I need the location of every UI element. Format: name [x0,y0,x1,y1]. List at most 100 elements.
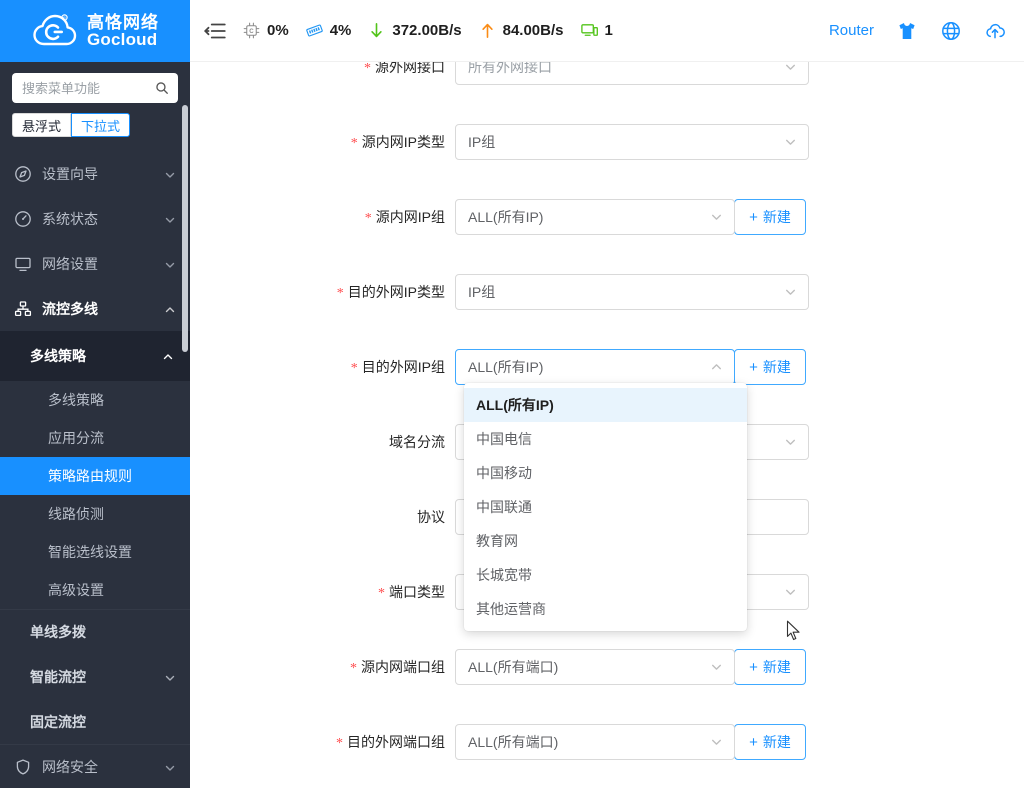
sidebar-scrollbar[interactable] [182,105,188,352]
add-dest-wan-port-group-button[interactable]: + 新建 [734,724,806,760]
sidebar-item-line-detection[interactable]: 线路侦测 [0,495,190,533]
sidebar-item-network-security[interactable]: 网络安全 [0,744,190,788]
form-control: 所有外网接口 [455,62,809,85]
search-icon[interactable] [155,81,169,95]
chevron-up-icon [162,350,174,362]
monitor-icon [14,255,32,273]
form-control: ALL(所有IP) + 新建 [455,349,806,385]
arrow-down-icon [367,21,386,40]
required-asterisk: * [336,286,344,301]
dropdown-option-china-unicom[interactable]: 中国联通 [464,490,747,524]
dropdown-option-great-wall-broadband[interactable]: 长城宽带 [464,558,747,592]
form-control: IP组 [455,124,809,160]
source-lan-port-group-select[interactable]: ALL(所有端口) [455,649,735,685]
stat-devices: 1 [580,21,613,40]
dropdown-option-china-telecom[interactable]: 中国电信 [464,422,747,456]
dest-wan-port-group-select[interactable]: ALL(所有端口) [455,724,735,760]
form-control: ALL(所有IP) + 新建 [455,199,806,235]
form-label: 域名分流 [389,434,445,450]
sidebar-item-app-split[interactable]: 应用分流 [0,419,190,457]
mouse-cursor [786,620,802,642]
sidebar-item-network-settings[interactable]: 网络设置 [0,241,190,286]
dest-wan-ip-type-select[interactable]: IP组 [455,274,809,310]
brand-name-cn: 高恪网络 [87,12,159,32]
cpu-icon: C [242,21,261,40]
sidebar-item-policy-route-rule[interactable]: 策略路由规则 [0,457,190,495]
svg-text:R: R [63,16,66,20]
dropdown-option-china-mobile[interactable]: 中国移动 [464,456,747,490]
new-button-label: 新建 [762,659,791,675]
required-asterisk: * [364,211,372,226]
sidebar: R 高恪网络 Gocloud 悬浮式 下拉式 [0,0,190,788]
plus-icon: + [749,358,758,376]
form-label: * 源内网IP类型 [350,134,445,151]
chevron-up-icon [710,361,723,374]
language-globe-icon[interactable] [940,20,962,42]
form-row-source-lan-port-group: * 源内网端口组 ALL(所有端口) + 新建 [190,642,1024,692]
sidebar-item-setup-wizard[interactable]: 设置向导 [0,151,190,196]
new-button-label: 新建 [762,734,791,750]
stat-value: 0% [267,22,289,39]
form-label: * 源内网IP组 [364,209,445,226]
search-box[interactable] [12,73,178,103]
new-button-label: 新建 [762,209,791,225]
sidebar-item-smart-line-settings[interactable]: 智能选线设置 [0,533,190,571]
required-asterisk: * [378,586,385,601]
sidebar-item-multiline-policy[interactable]: 多线策略 [0,381,190,419]
source-lan-ip-type-select[interactable]: IP组 [455,124,809,160]
form-row-dest-wan-ip-type: * 目的外网IP类型 IP组 [190,267,1024,317]
form-label: 协议 [417,509,445,525]
cloud-logo-icon: R [31,12,79,50]
plus-icon: + [749,208,758,226]
stat-value: 372.00B/s [392,22,462,39]
sidebar-item-traffic-multiline[interactable]: 流控多线 [0,286,190,331]
sidebar-item-system-status[interactable]: 系统状态 [0,196,190,241]
select-value: IP组 [468,284,496,300]
stat-value: 84.00B/s [502,22,564,39]
submenu-header-multiline-policy[interactable]: 多线策略 [0,331,190,381]
dest-wan-ip-group-select[interactable]: ALL(所有IP) [455,349,735,385]
sidebar-item-single-line-multidial[interactable]: 单线多拨 [0,609,190,654]
new-button-label: 新建 [762,359,791,375]
form-label: * 源内网端口组 [350,659,445,676]
sidebar-item-fixed-traffic-control[interactable]: 固定流控 [0,699,190,744]
form-label: * 端口类型 [378,584,445,601]
source-lan-ip-group-select[interactable]: ALL(所有IP) [455,199,735,235]
add-source-lan-port-group-button[interactable]: + 新建 [734,649,806,685]
dropdown-option-education-network[interactable]: 教育网 [464,524,747,558]
dest-wan-ip-group-dropdown: ALL(所有IP) 中国电信 中国移动 中国联通 教育网 长城宽带 其他运营商 [464,383,747,631]
chevron-down-icon [710,661,723,674]
required-asterisk: * [350,661,357,676]
dropdown-option-all[interactable]: ALL(所有IP) [464,388,747,422]
segment-dropdown[interactable]: 下拉式 [71,113,131,137]
select-value: 所有外网接口 [468,62,552,75]
brand-text: 高恪网络 Gocloud [87,12,159,48]
chevron-down-icon [164,671,176,683]
dropdown-option-other-isp[interactable]: 其他运营商 [464,592,747,626]
submenu-header-label: 多线策略 [30,348,86,364]
theme-shirt-icon[interactable] [896,20,918,42]
ram-icon [305,21,324,40]
form-control: ALL(所有端口) + 新建 [455,649,806,685]
sidebar-item-advanced-settings[interactable]: 高级设置 [0,571,190,609]
brand-logo[interactable]: R 高恪网络 Gocloud [0,0,190,62]
svg-text:C: C [249,28,254,35]
add-source-lan-ip-group-button[interactable]: + 新建 [734,199,806,235]
app-root: R 高恪网络 Gocloud 悬浮式 下拉式 [0,0,1024,788]
chevron-down-icon [710,736,723,749]
chevron-down-icon [784,286,797,299]
router-link[interactable]: Router [829,22,874,39]
source-wan-interface-select[interactable]: 所有外网接口 [455,62,809,85]
menu-collapse-icon[interactable] [202,18,228,44]
device-icon [580,21,599,40]
sidebar-item-label: 系统状态 [42,210,98,227]
segment-floating[interactable]: 悬浮式 [12,113,72,137]
form-row-source-lan-ip-group: * 源内网IP组 ALL(所有IP) + 新建 [190,192,1024,242]
cloud-upload-icon[interactable] [984,20,1006,42]
sidebar-menu: 设置向导 系统状态 网络设置 流控多线 多线策略 多线策略 应用分流 策略路由规… [0,151,190,788]
search-input[interactable] [12,73,178,103]
add-dest-wan-ip-group-button[interactable]: + 新建 [734,349,806,385]
form-control: IP组 [455,274,809,310]
sidebar-item-smart-traffic-control[interactable]: 智能流控 [0,654,190,699]
sidebar-item-label: 网络安全 [42,759,98,775]
